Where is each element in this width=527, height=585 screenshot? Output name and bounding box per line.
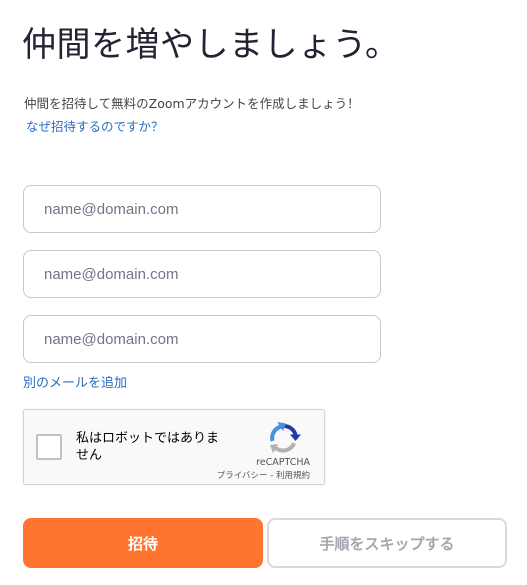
recaptcha-checkbox[interactable] — [36, 434, 62, 460]
email-input-1[interactable] — [23, 185, 381, 233]
page-title: 仲間を増やしましょう。 — [22, 25, 400, 65]
invite-page: 仲間を増やしましょう。 仲間を招待して無料のZoomアカウントを作成しましょう！… — [0, 0, 527, 585]
skip-step-button[interactable]: 手順をスキップする — [267, 518, 507, 568]
why-invite-link[interactable]: なぜ招待するのですか？ — [26, 119, 164, 135]
email-input-2[interactable] — [23, 250, 381, 298]
recaptcha-brand: reCAPTCHA — [256, 457, 310, 468]
recaptcha-logo-icon — [270, 422, 301, 453]
recaptcha-label: 私はロボットではありません — [76, 431, 220, 463]
page-subtitle: 仲間を招待して無料のZoomアカウントを作成しましょう！ — [24, 96, 360, 111]
recaptcha-widget: 私はロボットではありません reCAPTCHA プライバシー - 利用規約 — [23, 409, 325, 485]
invite-button[interactable]: 招待 — [23, 518, 263, 568]
recaptcha-privacy-terms-link[interactable]: プライバシー - 利用規約 — [217, 471, 310, 482]
email-input-3[interactable] — [23, 315, 381, 363]
add-another-email-link[interactable]: 別のメールを追加 — [23, 375, 127, 393]
